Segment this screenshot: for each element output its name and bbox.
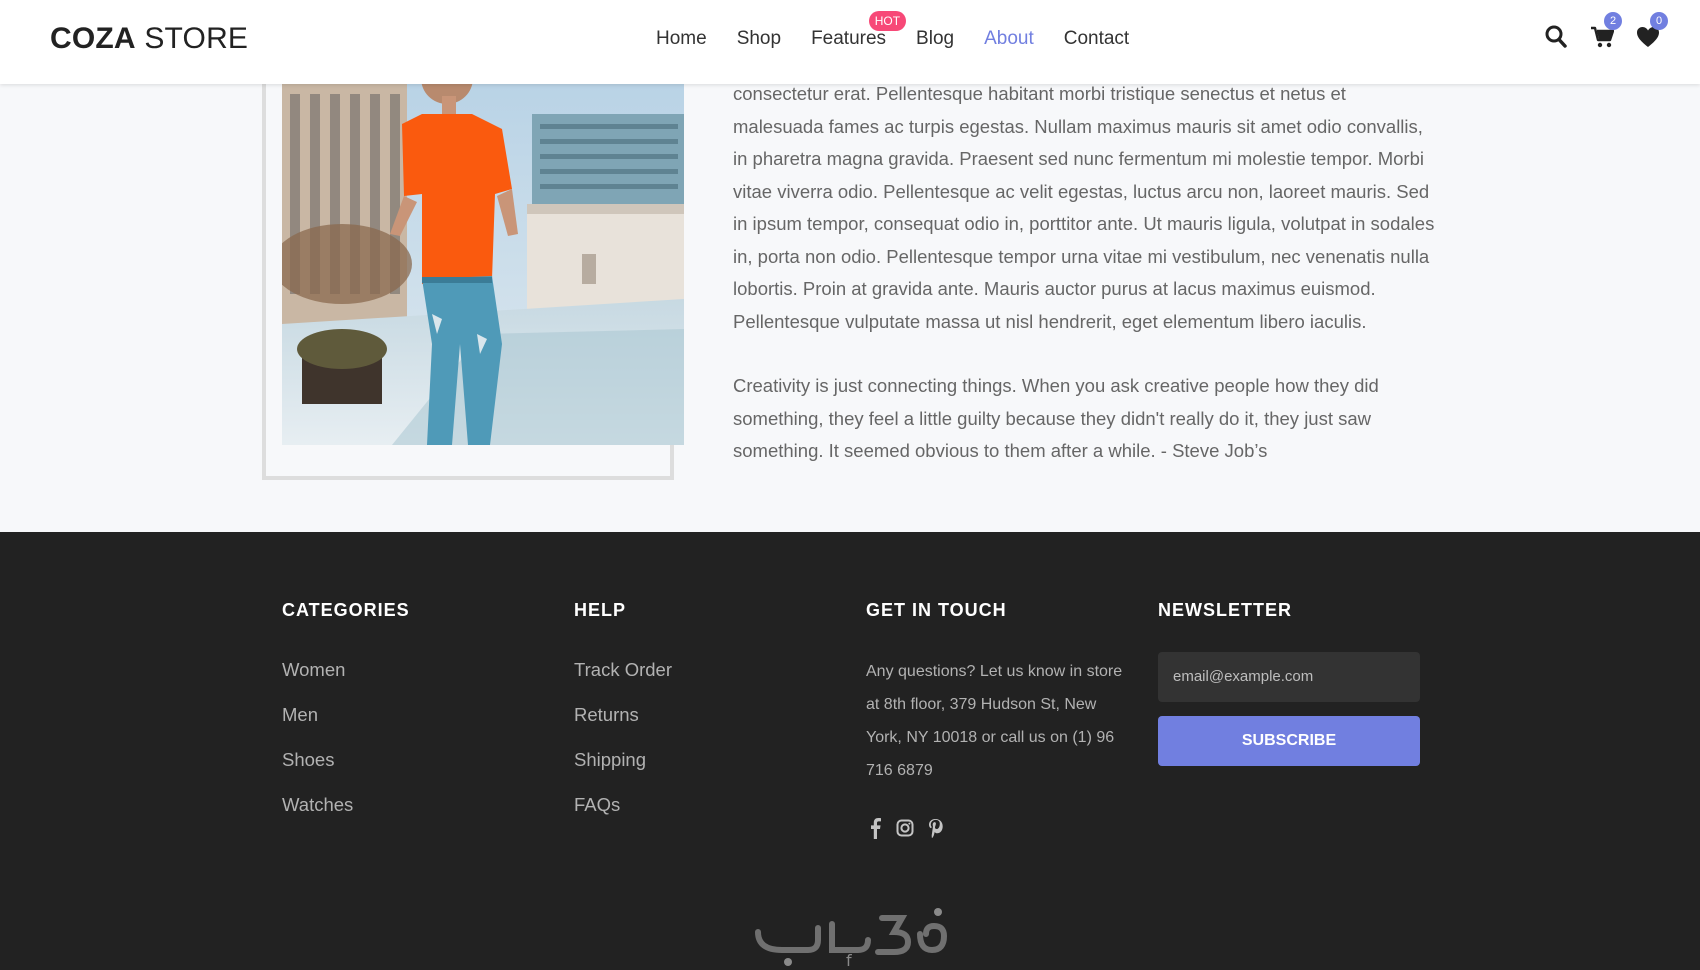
footer-newsletter: NEWSLETTER email@example.com SUBSCRIBE (1158, 600, 1420, 766)
nav-about[interactable]: About (984, 28, 1034, 50)
header-icons: 2 0 (1544, 12, 1668, 50)
footer-help-title: HELP (574, 600, 627, 620)
about-quote: Creativity is just connecting things. Wh… (733, 375, 1379, 461)
watermark-logo: f (748, 904, 952, 970)
about-paragraph: consectetur erat. Pellentesque habitant … (733, 83, 1435, 332)
social-links (866, 817, 1126, 839)
cart-count-badge: 2 (1604, 12, 1622, 30)
footer-link-men[interactable]: Men (282, 704, 410, 726)
search-icon[interactable] (1544, 24, 1568, 50)
footer-categories-title: CATEGORIES (282, 600, 410, 620)
footer: CATEGORIES Women Men Shoes Watches HELP … (0, 532, 1700, 970)
hot-badge: HOT (868, 11, 907, 31)
footer-link-returns[interactable]: Returns (574, 704, 672, 726)
pinterest-icon[interactable] (926, 817, 944, 839)
nav-blog[interactable]: Blog (916, 28, 954, 50)
logo-bold: COZA (50, 22, 136, 55)
footer-link-faqs[interactable]: FAQs (574, 794, 672, 816)
about-photo (282, 84, 684, 445)
footer-get-in-touch: GET IN TOUCH Any questions? Let us know … (866, 600, 1126, 839)
nav-home[interactable]: Home (656, 28, 707, 50)
main-nav: Home Shop Features HOT Blog About Contact (656, 11, 1129, 50)
footer-link-track-order[interactable]: Track Order (574, 659, 672, 681)
logo-regular: STORE (144, 22, 249, 55)
top-header: COZA STORE Home Shop Features HOT Blog Ab… (0, 0, 1700, 84)
cart-icon[interactable]: 2 (1590, 12, 1622, 50)
nav-contact[interactable]: Contact (1064, 28, 1129, 50)
footer-help: HELP Track Order Returns Shipping FAQs (574, 600, 672, 839)
instagram-icon[interactable] (896, 817, 914, 839)
footer-categories: CATEGORIES Women Men Shoes Watches (282, 600, 410, 839)
footer-link-watches[interactable]: Watches (282, 794, 410, 816)
footer-contact-text: Any questions? Let us know in store at 8… (866, 663, 1123, 779)
footer-link-women[interactable]: Women (282, 659, 410, 681)
nav-shop[interactable]: Shop (737, 28, 781, 50)
footer-newsletter-title: NEWSLETTER (1158, 600, 1292, 620)
nav-features-label: Features (811, 28, 887, 49)
nav-features[interactable]: Features HOT (811, 11, 907, 50)
svg-text:f: f (846, 951, 852, 970)
newsletter-email-input[interactable]: email@example.com (1158, 652, 1420, 702)
about-text: consectetur erat. Pellentesque habitant … (733, 78, 1435, 468)
wishlist-count-badge: 0 (1650, 12, 1668, 30)
facebook-icon[interactable] (866, 817, 884, 839)
subscribe-button[interactable]: SUBSCRIBE (1158, 716, 1420, 766)
footer-link-shipping[interactable]: Shipping (574, 749, 672, 771)
footer-touch-title: GET IN TOUCH (866, 600, 1007, 620)
footer-link-shoes[interactable]: Shoes (282, 749, 410, 771)
heart-icon[interactable]: 0 (1636, 12, 1668, 50)
logo[interactable]: COZA STORE (50, 22, 248, 56)
